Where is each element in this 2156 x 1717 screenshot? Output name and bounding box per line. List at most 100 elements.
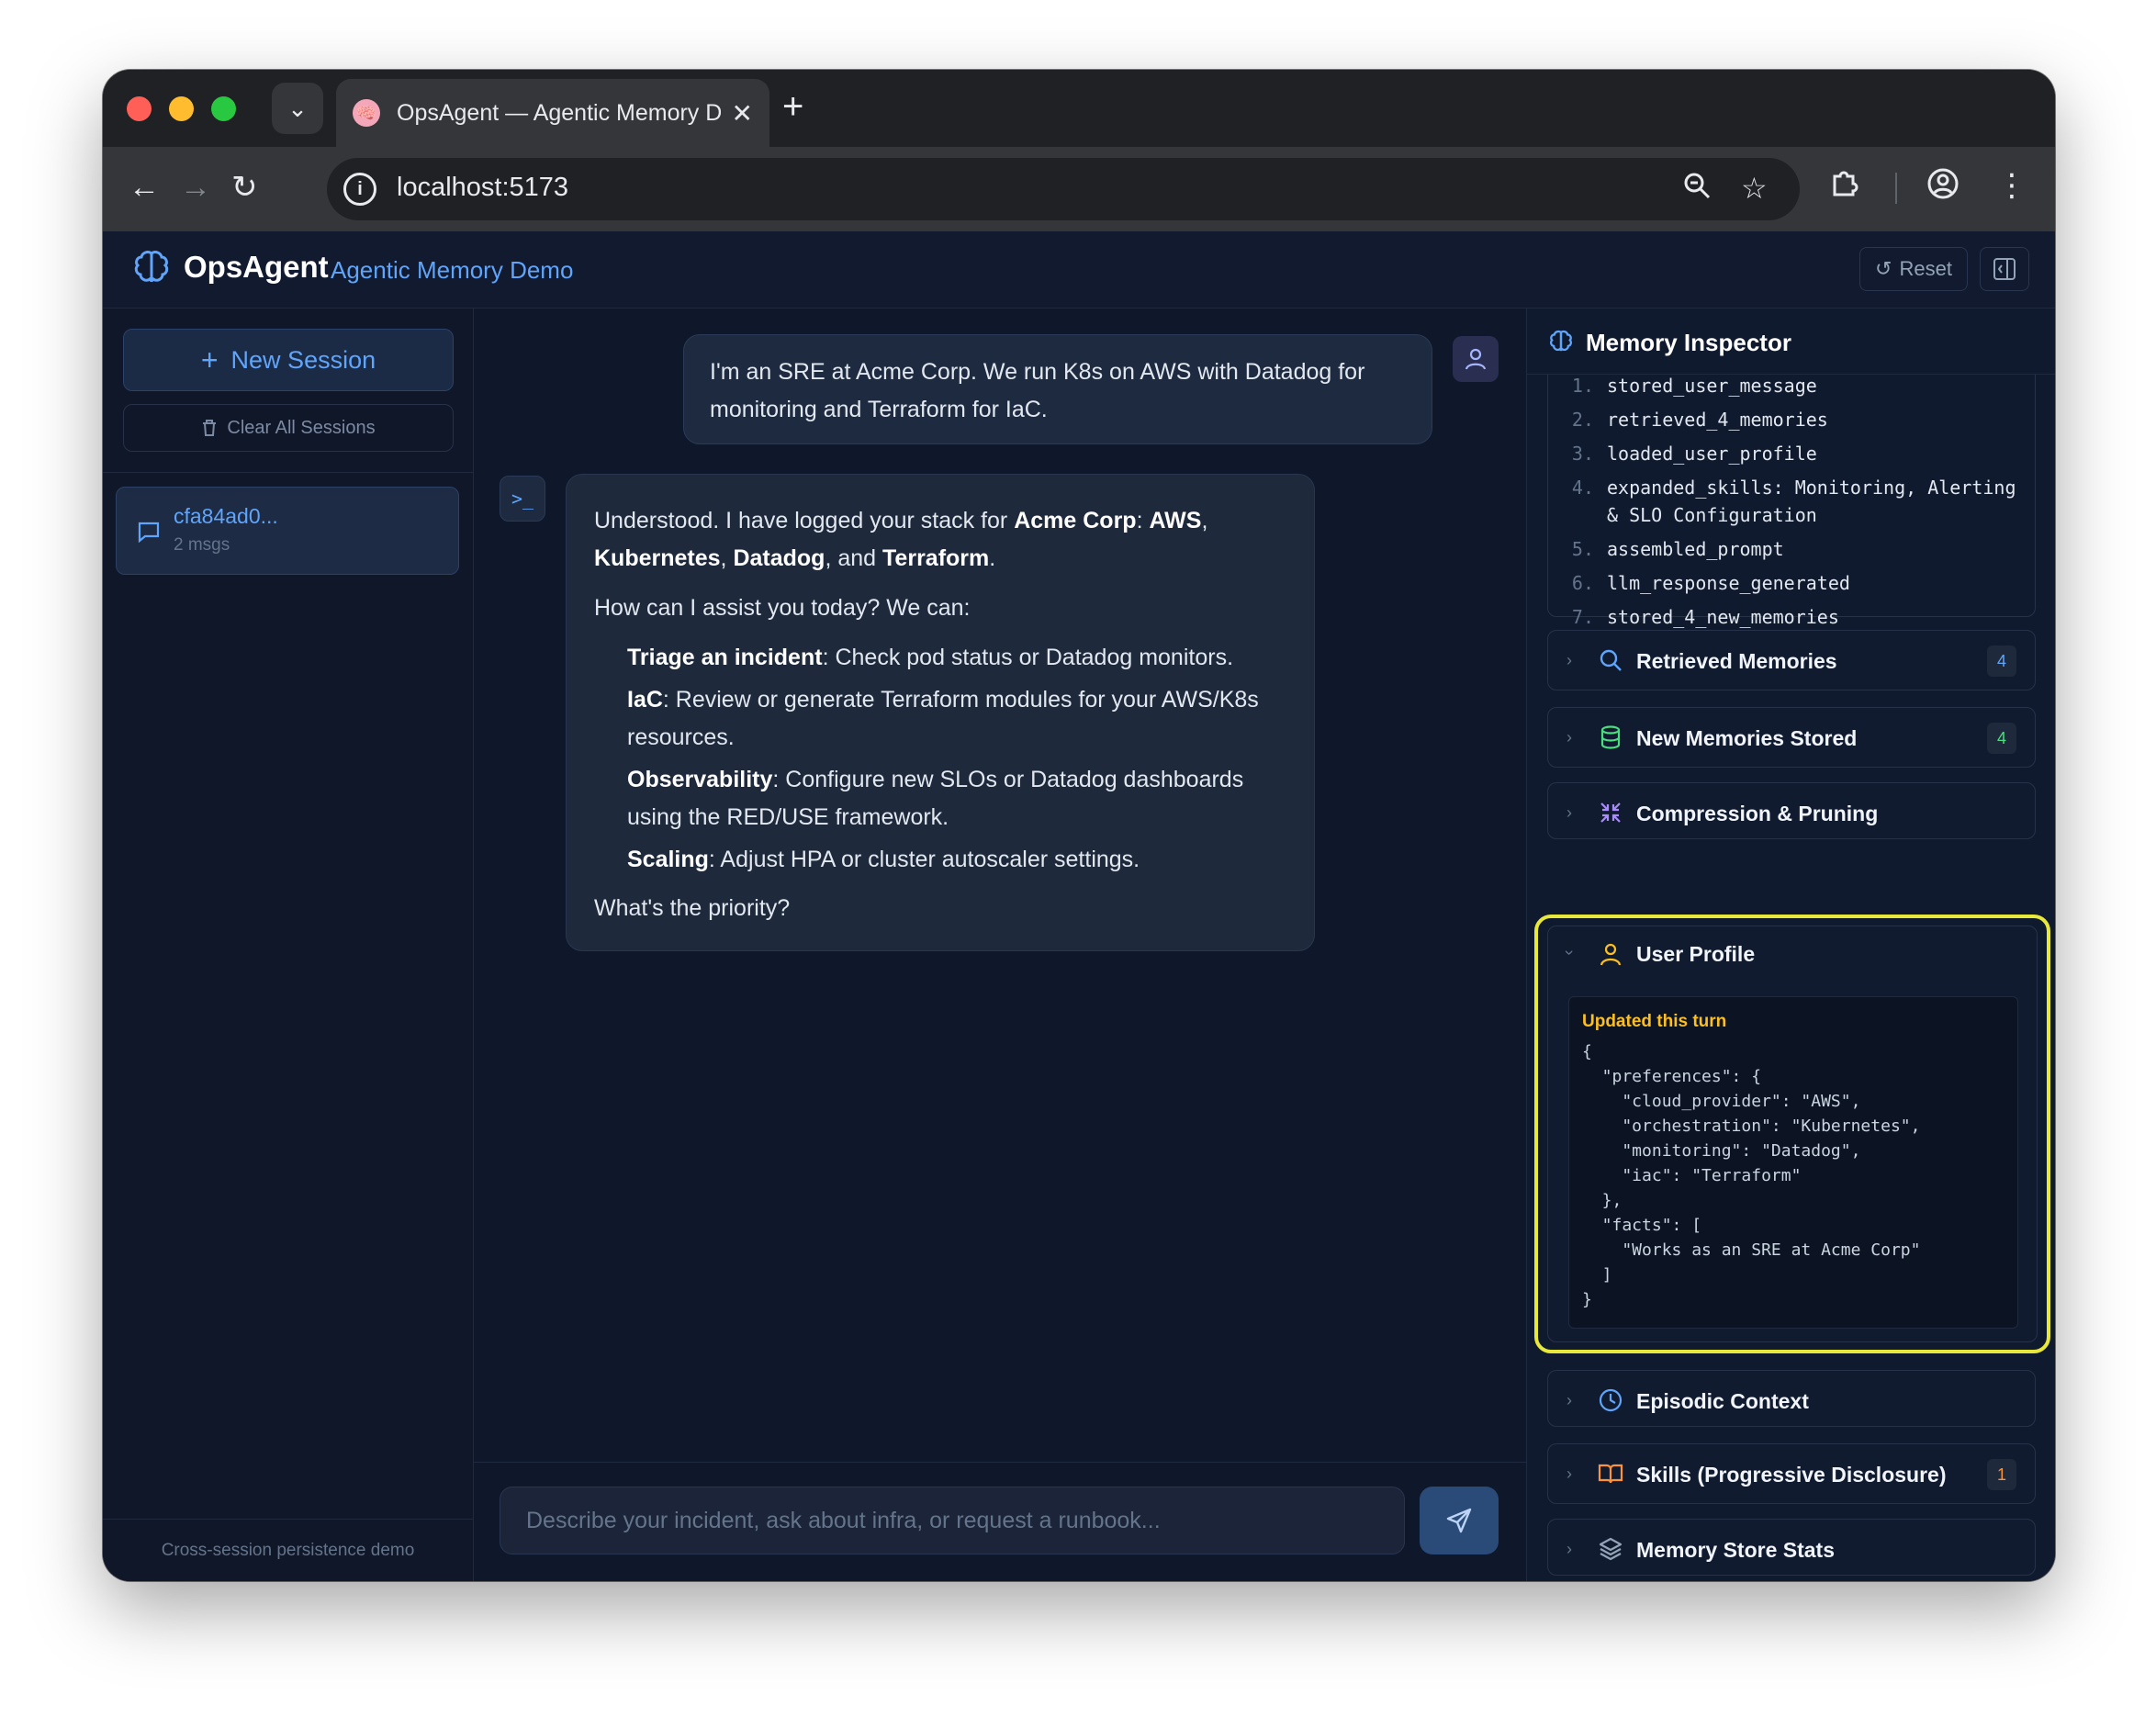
brain-icon: [1549, 330, 1573, 352]
inspector-title: Memory Inspector: [1586, 329, 1791, 356]
close-tab-icon[interactable]: ✕: [732, 98, 753, 129]
layers-icon: [1599, 1537, 1623, 1561]
section-compression[interactable]: › Compression & Pruning: [1547, 782, 2036, 839]
tab-bar: ⌄ 🧠 OpsAgent — Agentic Memory Demo ✕ +: [103, 70, 2055, 147]
trace-step-label: retrieved_4_memories: [1607, 409, 1828, 431]
trace-step: 2. retrieved_4_memories: [1570, 406, 2035, 433]
chevron-right-icon: ›: [1566, 728, 1572, 746]
tab-search-button[interactable]: ⌄: [272, 83, 323, 134]
assistant-question: How can I assist you today? We can:: [594, 595, 971, 621]
session-sidebar: + New Session Clear All Sessions cfa84ad…: [103, 309, 474, 1581]
pipeline-trace: 1. stored_user_message 2. retrieved_4_memor…: [1547, 345, 2036, 662]
reload-icon[interactable]: ↻: [231, 169, 258, 206]
address-bar[interactable]: i localhost:5173 ☆: [327, 158, 1800, 220]
profile-status: Updated this turn: [1582, 1012, 1727, 1031]
plus-icon: +: [200, 342, 219, 376]
new-session-button[interactable]: + New Session: [123, 329, 454, 391]
trace-step-number: 4.: [1571, 477, 1594, 499]
count-badge: 4: [1987, 723, 2016, 754]
extensions-icon[interactable]: [1829, 167, 1860, 207]
brain-logo-icon: [134, 251, 169, 283]
count-badge: 4: [1987, 645, 2016, 677]
assistant-intro: Understood. I have logged your stack for…: [594, 508, 1208, 571]
memory-inspector: 1. stored_user_message 2. retrieved_4_memor…: [1526, 309, 2055, 1581]
chat-bubble-icon: [138, 522, 160, 543]
send-button[interactable]: [1420, 1487, 1499, 1554]
chevron-down-icon: ›: [1560, 949, 1579, 956]
section-memory-store-stats[interactable]: › Memory Store Stats: [1547, 1519, 2036, 1576]
maximize-window-button[interactable]: [211, 96, 236, 121]
terminal-icon: >_: [511, 488, 534, 510]
search-icon: [1600, 649, 1622, 671]
trace-step: 4. expanded_skills: Monitoring, Alerting …: [1570, 474, 2035, 529]
menu-kebab-icon[interactable]: ⋮: [1996, 167, 2027, 204]
assistant-message: Understood. I have logged your stack for…: [566, 474, 1315, 951]
section-episodic-context[interactable]: › Episodic Context: [1547, 1370, 2036, 1427]
new-tab-button[interactable]: +: [782, 86, 803, 127]
trace-step-label: assembled_prompt: [1607, 538, 1784, 560]
clear-sessions-button[interactable]: Clear All Sessions: [123, 404, 454, 452]
list-item: Triage an incident: Check pod status or …: [627, 645, 1234, 670]
session-item[interactable]: cfa84ad0... 2 msgs: [116, 487, 459, 575]
section-label: Episodic Context: [1636, 1389, 1809, 1413]
clear-sessions-label: Clear All Sessions: [227, 417, 376, 438]
chat-panel: I'm an SRE at Acme Corp. We run K8s on A…: [474, 309, 1526, 1581]
profile-json-block: Updated this turn { "preferences": { "cl…: [1568, 996, 2018, 1329]
trace-step-label: stored_user_message: [1607, 375, 1817, 397]
url-text: localhost:5173: [397, 173, 569, 202]
close-window-button[interactable]: [127, 96, 152, 121]
section-skills[interactable]: › Skills (Progressive Disclosure) 1: [1547, 1443, 2036, 1504]
chevron-down-icon: ⌄: [287, 94, 308, 122]
assistant-avatar: >_: [500, 476, 545, 522]
reset-label: Reset: [1899, 257, 1952, 280]
section-retrieved-memories[interactable]: › Retrieved Memories 4: [1547, 630, 2036, 690]
user-icon: [1600, 943, 1622, 966]
count-badge: 1: [1987, 1459, 2016, 1490]
section-label: Retrieved Memories: [1636, 649, 1837, 673]
reset-button[interactable]: ↺ Reset: [1859, 247, 1968, 291]
trace-step-label: stored_4_new_memories: [1607, 606, 1839, 628]
browser-window: ⌄ 🧠 OpsAgent — Agentic Memory Demo ✕ + ←…: [103, 70, 2055, 1581]
back-icon[interactable]: ←: [129, 169, 160, 206]
chevron-right-icon: ›: [1566, 651, 1572, 669]
section-label: New Memories Stored: [1636, 726, 1858, 750]
session-message-count: 2 msgs: [174, 535, 230, 555]
clock-icon: [1599, 1388, 1623, 1412]
trace-step-number: 3.: [1571, 443, 1594, 465]
section-label: Memory Store Stats: [1636, 1538, 1836, 1562]
section-user-profile[interactable]: › User Profile Updated this turn { "pref…: [1547, 926, 2038, 1342]
send-icon: [1446, 1508, 1472, 1533]
chevron-right-icon: ›: [1566, 1464, 1572, 1483]
message-input[interactable]: [500, 1487, 1405, 1554]
trace-step-number: 1.: [1571, 375, 1594, 397]
user-profile-highlight: › User Profile Updated this turn { "pref…: [1534, 915, 2050, 1353]
assistant-closing: What's the priority?: [594, 895, 791, 921]
database-icon: [1600, 725, 1621, 749]
inspector-header: Memory Inspector: [1527, 309, 2055, 375]
zoom-icon[interactable]: [1682, 171, 1712, 208]
trace-step: 3. loaded_user_profile: [1570, 440, 2035, 467]
session-id: cfa84ad0...: [174, 504, 278, 528]
section-new-memories[interactable]: › New Memories Stored 4: [1547, 707, 2036, 768]
site-info-icon[interactable]: i: [343, 173, 376, 206]
reset-icon: ↺: [1875, 257, 1892, 280]
panel-right-icon: [1993, 258, 2016, 280]
forward-icon[interactable]: →: [180, 169, 211, 206]
toggle-panel-button[interactable]: [1980, 247, 2029, 291]
section-label: Skills (Progressive Disclosure): [1636, 1463, 1947, 1487]
profile-json: { "preferences": { "cloud_provider": "AW…: [1582, 1042, 1921, 1309]
user-avatar: [1453, 336, 1499, 382]
trace-step: 6. llm_response_generated: [1570, 569, 2035, 597]
user-message: I'm an SRE at Acme Corp. We run K8s on A…: [683, 334, 1432, 444]
user-icon: [1465, 348, 1487, 370]
section-label: User Profile: [1636, 942, 1756, 966]
chevron-right-icon: ›: [1566, 803, 1572, 822]
app-root: OpsAgent Agentic Memory Demo ↺ Reset + N…: [103, 231, 2055, 1581]
browser-tab[interactable]: 🧠 OpsAgent — Agentic Memory Demo ✕: [336, 79, 769, 147]
trace-step-label: expanded_skills: Monitoring, Alerting & …: [1607, 477, 2016, 526]
minimize-window-button[interactable]: [169, 96, 194, 121]
profile-icon[interactable]: [1926, 167, 1959, 208]
message-composer: [474, 1462, 1526, 1581]
chevron-right-icon: ›: [1566, 1391, 1572, 1409]
bookmark-star-icon[interactable]: ☆: [1741, 171, 1768, 206]
